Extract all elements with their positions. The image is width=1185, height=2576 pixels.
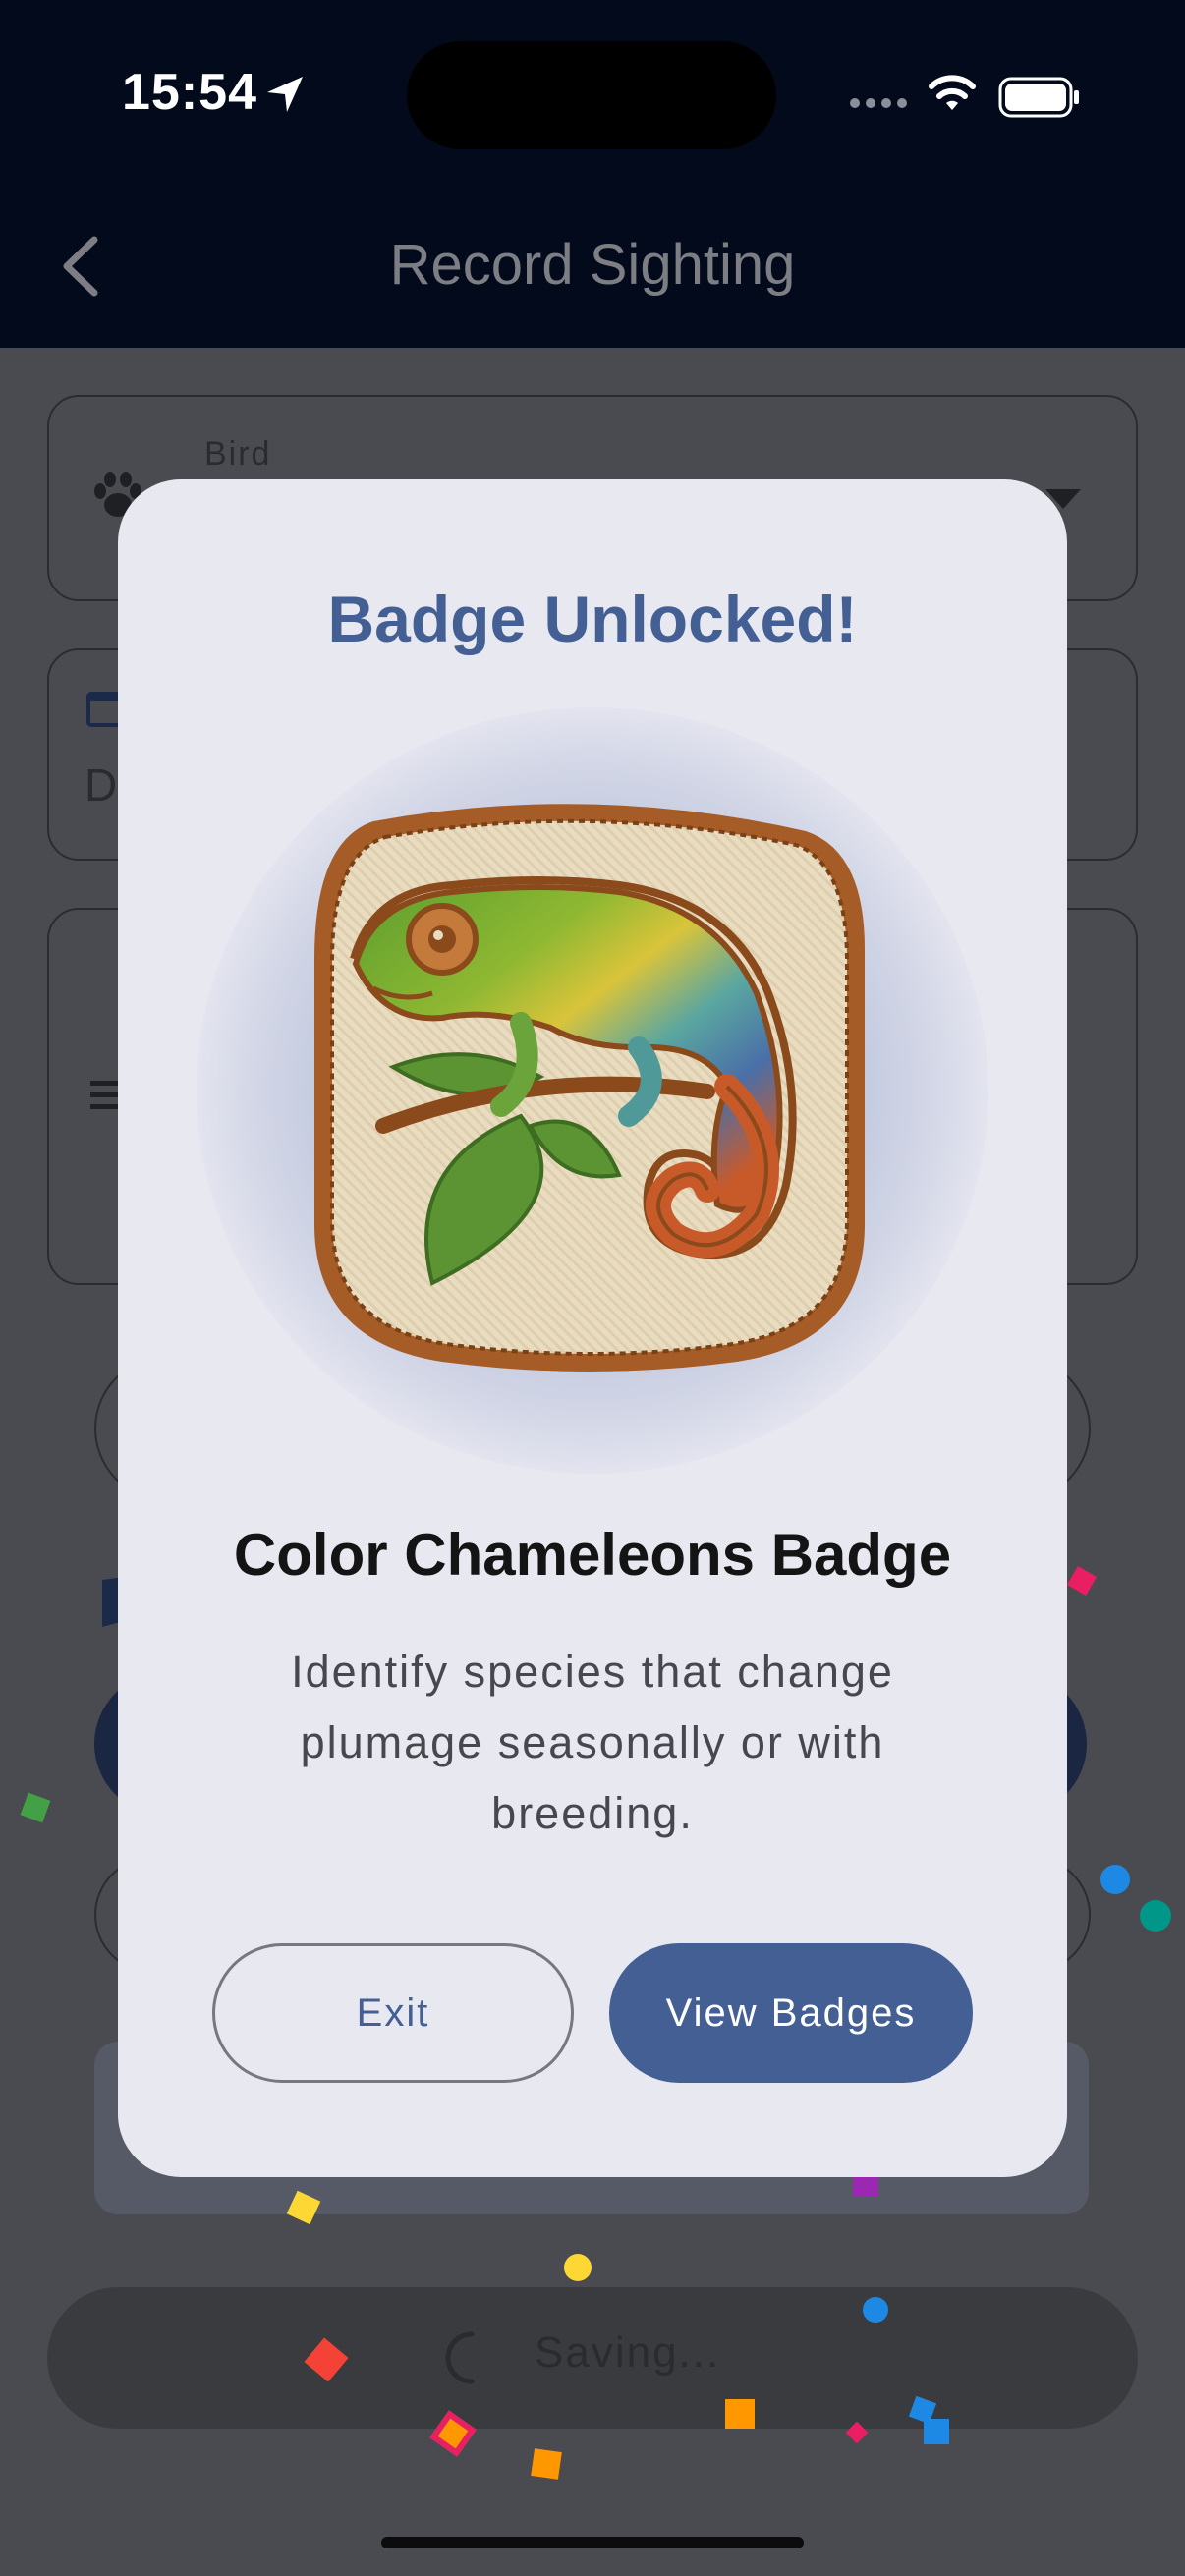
confetti-piece [20,1792,51,1823]
confetti-piece [564,2254,592,2281]
chameleon-badge-image [314,804,865,1372]
confetti-piece [1140,1900,1171,1932]
exit-button[interactable]: Exit [212,1943,574,2083]
calendar-icon [86,692,122,727]
bird-field-label: Bird [204,435,272,473]
notes-icon [90,1081,120,1109]
wifi-icon [929,75,976,110]
confetti-piece [725,2399,755,2429]
page-title: Record Sighting [389,233,796,297]
badge-description: Identify species that change plumage sea… [291,1647,894,1838]
saving-label: Saving... [535,2328,721,2377]
loading-spinner-icon [445,2331,475,2384]
location-arrow-icon [267,77,303,112]
view-badges-button[interactable]: View Badges [609,1943,973,2083]
confetti-piece [863,2297,888,2323]
confetti-piece [924,2419,949,2444]
home-indicator [381,2537,804,2548]
confetti-piece [531,2448,562,2480]
confetti-piece [853,2177,878,2197]
dynamic-island [407,41,776,149]
confetti-piece [1100,1865,1130,1894]
badge-name: Color Chameleons Badge [233,1522,952,1588]
dialog-title: Badge Unlocked! [327,583,858,655]
date-field-value: D [85,759,118,811]
signal-dots-icon [850,98,907,108]
status-time: 15:54 [122,64,257,121]
battery-icon [998,77,1079,118]
